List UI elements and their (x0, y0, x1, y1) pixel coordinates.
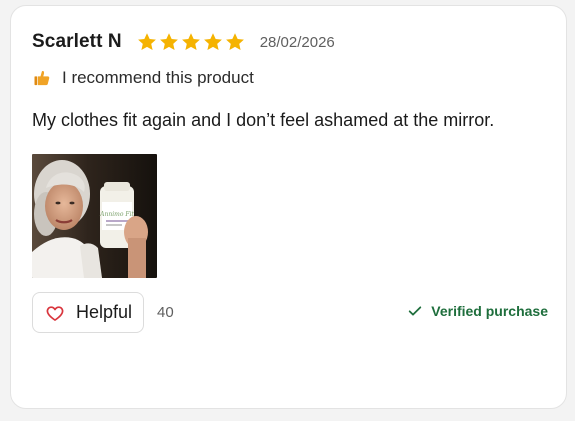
helpful-button[interactable]: Helpful (32, 292, 144, 333)
thumbs-up-icon (34, 70, 50, 86)
star-icon (203, 33, 222, 50)
recommendation: I recommend this product (32, 66, 254, 90)
star-icon (225, 33, 244, 50)
bottle-label: Annimo Fit (99, 211, 134, 218)
check-icon (409, 306, 422, 316)
star-icon (181, 33, 200, 50)
review-header: Scarlett N 28/02/2026 (32, 30, 335, 54)
review-date: 28/02/2026 (259, 33, 335, 51)
review-photo-image: Annimo Fit (32, 154, 157, 278)
star-icon (159, 33, 178, 50)
reviewer-name: Scarlett N (32, 31, 122, 52)
review-card: Scarlett N 28/02/2026 I recommend this p… (10, 5, 567, 409)
heart-icon (46, 305, 64, 321)
star-rating (136, 31, 246, 53)
verified-label: Verified purchase (431, 303, 548, 319)
recommend-text: I recommend this product (62, 68, 254, 87)
helpful-label: Helpful (76, 302, 133, 322)
helpful-count: 40 (157, 304, 174, 321)
verified-purchase-badge: Verified purchase (407, 303, 548, 319)
star-icon (137, 33, 156, 50)
review-body: My clothes fit again and I don’t feel as… (32, 110, 495, 130)
review-photo[interactable]: Annimo Fit (32, 154, 157, 278)
